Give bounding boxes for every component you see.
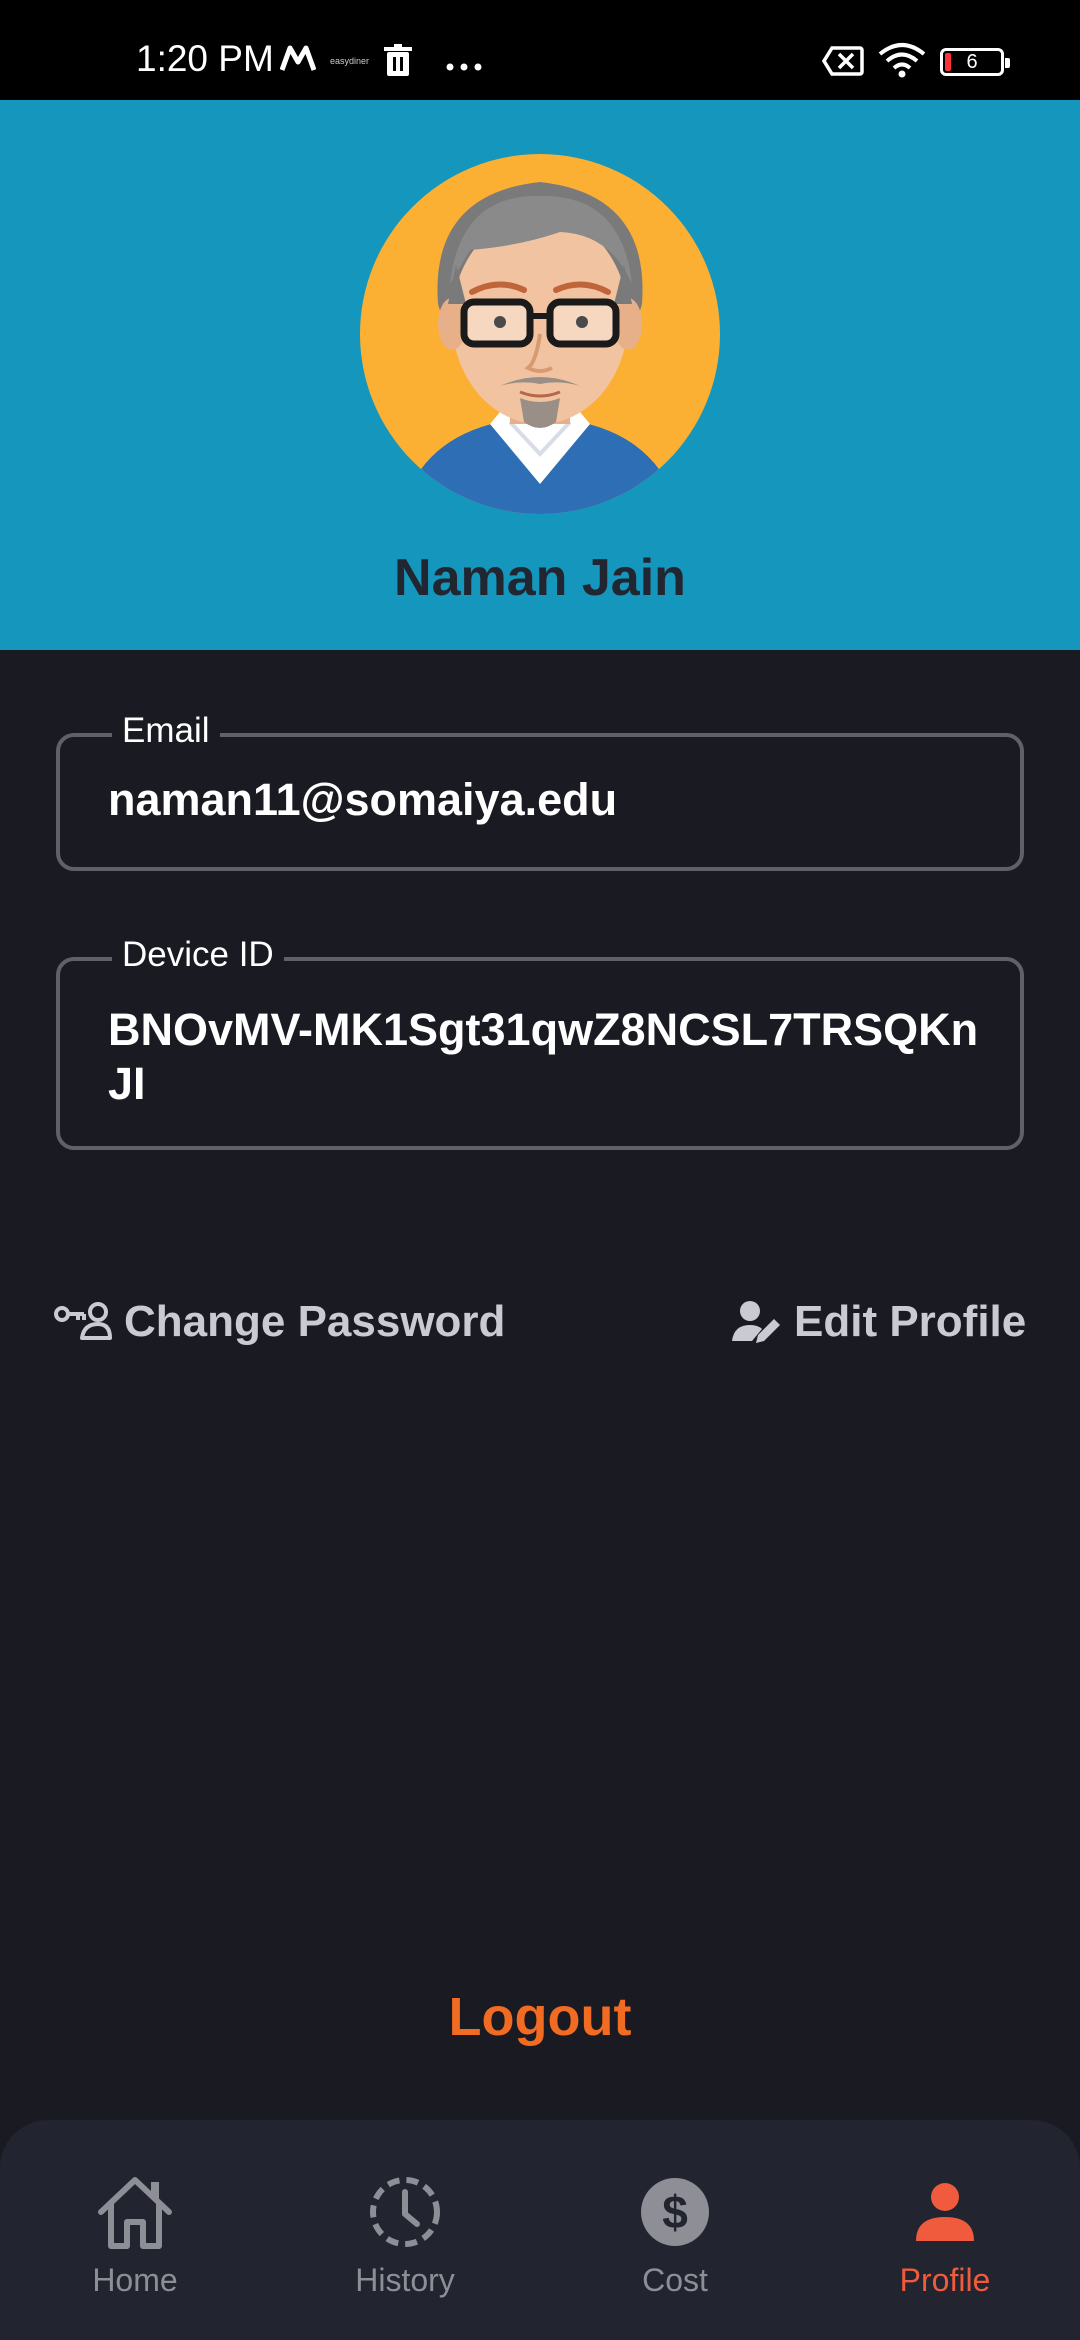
device-id-label: Device ID: [112, 935, 284, 975]
change-password-label: Change Password: [124, 1297, 506, 1346]
edit-person-icon: [732, 1299, 782, 1345]
wifi-icon: [878, 42, 926, 83]
status-bar: 1:20 PM easydiner 6: [0, 0, 1080, 100]
tab-history[interactable]: History: [295, 2170, 515, 2310]
logout-button[interactable]: Logout: [0, 1986, 1080, 2048]
email-label: Email: [112, 711, 220, 751]
trash-icon: [384, 44, 412, 83]
edit-profile-label: Edit Profile: [794, 1297, 1027, 1346]
app-notification-icon: [279, 44, 317, 77]
device-id-value: BNOvMV-MK1Sgt31qwZ8NCSL7TRSQKnJI: [108, 1004, 979, 1109]
tab-profile[interactable]: Profile: [835, 2170, 1055, 2310]
tab-profile-label: Profile: [899, 2262, 991, 2298]
bottom-navigation: Home History $ Cost Profile: [0, 2120, 1080, 2340]
tab-home[interactable]: Home: [25, 2170, 245, 2310]
tab-cost[interactable]: $ Cost: [565, 2170, 785, 2310]
tab-home-label: Home: [92, 2262, 178, 2298]
svg-text:$: $: [662, 2186, 688, 2238]
home-icon: [25, 2170, 245, 2254]
change-password-button[interactable]: Change Password: [54, 1292, 505, 1352]
no-sim-icon: [821, 46, 864, 81]
dollar-icon: $: [565, 2170, 785, 2254]
email-value: naman11@somaiya.edu: [108, 774, 618, 825]
email-field[interactable]: Email naman11@somaiya.edu: [56, 711, 1024, 871]
device-id-field[interactable]: Device ID BNOvMV-MK1Sgt31qwZ8NCSL7TRSQKn…: [56, 935, 1024, 1150]
key-person-icon: [54, 1300, 112, 1344]
edit-profile-button[interactable]: Edit Profile: [732, 1292, 1026, 1352]
more-dots-icon: [446, 58, 482, 76]
person-icon: [835, 2170, 1055, 2254]
tab-history-label: History: [355, 2262, 455, 2298]
profile-name: Naman Jain: [394, 549, 686, 607]
avatar: [360, 154, 720, 514]
status-time: 1:20 PM: [136, 38, 274, 79]
profile-header: Naman Jain: [0, 100, 1080, 650]
tab-cost-label: Cost: [642, 2262, 708, 2298]
notification-text: easydiner: [330, 56, 370, 66]
history-icon: [295, 2170, 515, 2254]
battery-icon: 6: [940, 48, 1010, 76]
